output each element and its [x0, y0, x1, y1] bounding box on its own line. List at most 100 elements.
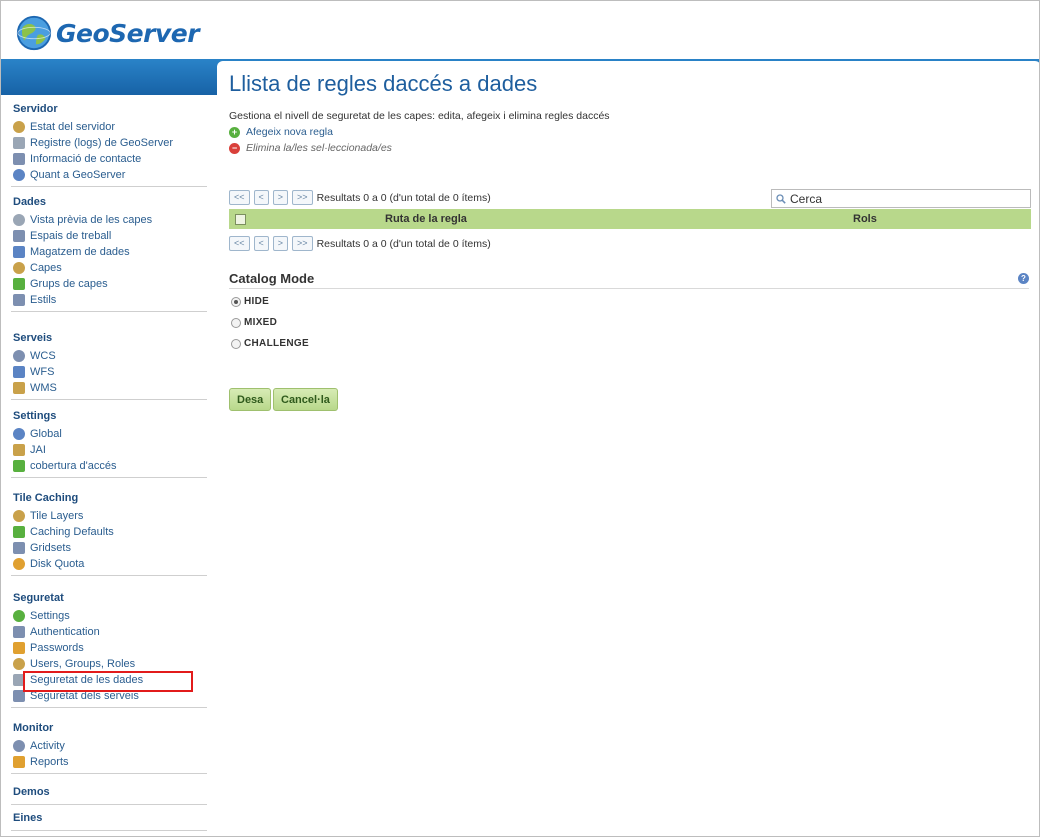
sidebar-item-grups-de-capes[interactable]: Grups de capes	[13, 276, 207, 292]
sidebar-separator	[11, 707, 207, 708]
caching-defaults-icon	[13, 526, 25, 538]
pager-prev-button[interactable]: <	[253, 190, 269, 205]
sidebar-item-authentication[interactable]: Authentication	[13, 624, 207, 640]
catalog-mode-label: Catalog Mode	[229, 271, 315, 286]
pager-results: Resultats 0 a 0 (d'un total de 0 ítems)	[316, 237, 491, 250]
search-box[interactable]	[771, 189, 1031, 208]
page-title: Llista de regles daccés a dades	[229, 71, 538, 96]
sidebar-item-wms[interactable]: WMS	[13, 380, 207, 396]
radio-challenge-label: CHALLENGE	[244, 338, 309, 349]
search-icon	[776, 193, 786, 204]
sidebar-item-estils[interactable]: Estils	[13, 292, 207, 308]
sidebar-section-title: Seguretat	[13, 592, 64, 604]
search-input[interactable]	[790, 191, 1010, 206]
sidebar-section-title: Dades	[13, 196, 47, 208]
pager-next-button[interactable]: >	[272, 190, 289, 205]
sidebar-item-jai[interactable]: JAI	[13, 442, 207, 458]
radio-mixed[interactable]	[231, 317, 241, 328]
pager-last-button[interactable]: >>	[292, 190, 313, 205]
sidebar-section-title: Eines	[13, 812, 43, 824]
sidebar-item-label: Capes	[30, 262, 62, 274]
geoserver-window: GeoServer Servidor Estat del servidor Regi…	[0, 0, 1040, 837]
sidebar-item-wcs[interactable]: WCS	[13, 348, 207, 364]
layer-groups-icon	[13, 278, 25, 290]
page-description: Gestiona el nivell de seguretat de les c…	[229, 110, 610, 122]
sidebar-section-title: Servidor	[13, 103, 58, 115]
remove-selected-link[interactable]: − Elimina la/les sel·leccionada/es	[229, 142, 392, 154]
pager-last-button[interactable]: >>	[292, 236, 313, 251]
radio-hide-label: HIDE	[244, 296, 270, 307]
column-rule-path[interactable]: Ruta de la regla	[385, 213, 467, 225]
remove-selected-label: Elimina la/les sel·leccionada/es	[246, 142, 392, 154]
sidebar-item-quant-a-geoserver[interactable]: Quant a GeoServer	[13, 167, 207, 183]
catalog-mode-mixed[interactable]: MIXED	[231, 317, 277, 328]
passwords-icon	[13, 642, 25, 654]
sidebar-item-label: Estat del servidor	[30, 121, 115, 133]
sidebar-item-estat-del-servidor[interactable]: Estat del servidor	[13, 119, 207, 135]
about-icon	[13, 169, 25, 181]
sidebar: Servidor Estat del servidor Registre (logs…	[1, 95, 207, 836]
radio-hide[interactable]	[231, 296, 241, 307]
sidebar-item-tile-layers[interactable]: Tile Layers	[13, 508, 207, 524]
sidebar-item-magatzem-de-dades[interactable]: Magatzem de dades	[13, 244, 207, 260]
wms-icon	[13, 382, 25, 394]
sidebar-item-global[interactable]: Global	[13, 426, 207, 442]
pager-prev-button[interactable]: <	[253, 236, 269, 251]
globe-logo-icon	[16, 15, 52, 51]
sidebar-item-label: Espais de treball	[30, 230, 112, 242]
sidebar-item-label: Gridsets	[30, 542, 71, 554]
wcs-icon	[13, 350, 25, 362]
sidebar-item-vista-pr-via-de-les-capes[interactable]: Vista prèvia de les capes	[13, 212, 207, 228]
main-content: Llista de regles daccés a dades Gestiona…	[217, 61, 1039, 836]
catalog-mode-title: Catalog Mode ?	[229, 271, 1029, 289]
pager-results: Resultats 0 a 0 (d'un total de 0 ítems)	[316, 191, 491, 204]
sidebar-item-gridsets[interactable]: Gridsets	[13, 540, 207, 556]
sidebar-item-users-groups-roles[interactable]: Users, Groups, Roles	[13, 656, 207, 672]
selected-item-highlight	[23, 671, 193, 692]
column-roles[interactable]: Rols	[853, 213, 877, 225]
sidebar-item-label: JAI	[30, 444, 46, 456]
sidebar-separator	[11, 575, 207, 576]
pager-first-button[interactable]: <<	[229, 236, 250, 251]
cancel-button[interactable]: Cancel·la	[273, 388, 338, 411]
sidebar-item-cobertura-d-acc-s[interactable]: cobertura d'accés	[13, 458, 207, 474]
sidebar-item-label: Estils	[30, 294, 57, 306]
sidebar-section-settings: Settings Global JAI cobertura d'accés	[1, 409, 207, 478]
sidebar-item-settings[interactable]: Settings	[13, 608, 207, 624]
sidebar-item-label: Caching Defaults	[30, 526, 114, 538]
header: GeoServer	[1, 1, 1039, 59]
sidebar-item-label: Tile Layers	[30, 510, 84, 522]
save-button[interactable]: Desa	[229, 388, 272, 411]
rules-table-header: Ruta de la regla Rols	[229, 209, 1031, 229]
sidebar-section-demos: Demos	[1, 785, 207, 805]
coverage-access-icon	[13, 460, 25, 472]
reports-icon	[13, 756, 25, 768]
add-rule-link[interactable]: + Afegeix nova regla	[229, 126, 333, 138]
pager-first-button[interactable]: <<	[229, 190, 250, 205]
radio-challenge[interactable]	[231, 338, 241, 349]
sidebar-item-disk-quota[interactable]: Disk Quota	[13, 556, 207, 572]
catalog-mode-hide[interactable]: HIDE	[231, 296, 269, 307]
catalog-mode-challenge[interactable]: CHALLENGE	[231, 338, 309, 349]
sidebar-item-activity[interactable]: Activity	[13, 738, 207, 754]
sidebar-item-informaci-de-contacte[interactable]: Informació de contacte	[13, 151, 207, 167]
sidebar-item-caching-defaults[interactable]: Caching Defaults	[13, 524, 207, 540]
sidebar-item-registre-logs-de-geoserver[interactable]: Registre (logs) de GeoServer	[13, 135, 207, 151]
sidebar-item-label: Activity	[30, 740, 65, 752]
sidebar-item-reports[interactable]: Reports	[13, 754, 207, 770]
sidebar-section-title: Settings	[13, 410, 57, 422]
sidebar-item-wfs[interactable]: WFS	[13, 364, 207, 380]
help-icon[interactable]: ?	[1018, 273, 1029, 284]
global-icon	[13, 428, 25, 440]
disk-quota-icon	[13, 558, 25, 570]
pager-next-button[interactable]: >	[272, 236, 289, 251]
sidebar-section-tile-caching: Tile Caching Tile Layers Caching Defaults G…	[1, 491, 207, 576]
sidebar-item-passwords[interactable]: Passwords	[13, 640, 207, 656]
sidebar-item-espais-de-treball[interactable]: Espais de treball	[13, 228, 207, 244]
sidebar-item-capes[interactable]: Capes	[13, 260, 207, 276]
activity-icon	[13, 740, 25, 752]
sidebar-item-label: Informació de contacte	[30, 153, 142, 165]
sidebar-separator	[11, 311, 207, 312]
geoserver-logo[interactable]: GeoServer	[15, 13, 200, 53]
select-all-checkbox[interactable]	[235, 213, 246, 225]
